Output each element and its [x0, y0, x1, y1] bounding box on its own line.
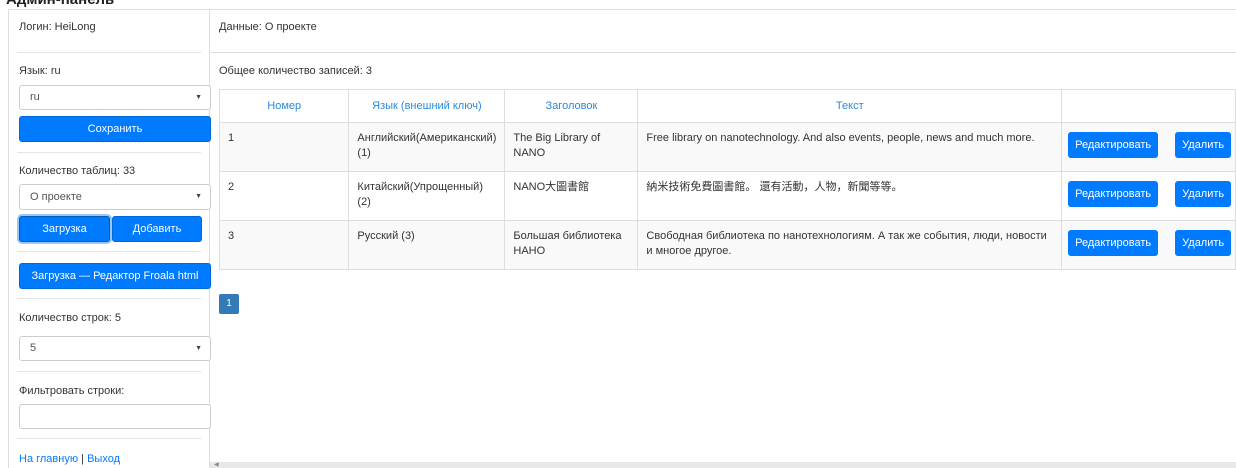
table-row: 2 Китайский(Упрощенный) (2) NANO大圖書館 納米技…: [218, 171, 1236, 221]
footer-links: На главную | Выход: [19, 453, 120, 465]
column-header-actions: [1061, 89, 1236, 123]
divider: [17, 52, 201, 53]
cell-language: Китайский(Упрощенный) (2): [348, 171, 506, 221]
column-header-text[interactable]: Текст: [637, 89, 1063, 123]
cell-actions: Редактировать Удалить: [1061, 171, 1236, 221]
cell-language: Русский (3): [348, 220, 506, 270]
table-row: 1 Английский(Американский) (1) The Big L…: [218, 122, 1236, 172]
pagination-page-button[interactable]: 1: [219, 294, 239, 314]
cell-number: 2: [218, 171, 350, 221]
cell-number: 1: [218, 122, 350, 172]
column-header-number[interactable]: Номер: [218, 89, 350, 123]
data-title: Данные: О проекте: [219, 21, 317, 33]
home-link[interactable]: На главную: [19, 453, 78, 465]
cell-actions: Редактировать Удалить: [1061, 122, 1236, 172]
tables-count-label: Количество таблиц: 33: [19, 165, 136, 177]
cell-text: 納米技術免費圖書館。 還有活動，人物，新聞等等。: [637, 171, 1063, 221]
table-row: 3 Русский (3) Большая библиотека НАНО Св…: [218, 220, 1236, 270]
cell-actions: Редактировать Удалить: [1061, 220, 1236, 270]
divider: [17, 371, 201, 372]
main-panel: Данные: О проекте Общее количество запис…: [210, 9, 1236, 468]
language-select[interactable]: ru ▼: [19, 85, 211, 110]
divider: [17, 298, 201, 299]
filter-input[interactable]: [19, 404, 211, 429]
divider: [17, 251, 201, 252]
add-button[interactable]: Добавить: [112, 216, 202, 242]
delete-button[interactable]: Удалить: [1175, 230, 1232, 256]
cell-text: Свободная библиотека по нанотехнологиям.…: [637, 220, 1063, 270]
cell-language: Английский(Американский) (1): [348, 122, 506, 172]
cell-heading: NANO大圖書館: [504, 171, 639, 221]
language-label: Язык: ru: [19, 65, 61, 77]
edit-button[interactable]: Редактировать: [1068, 132, 1159, 158]
edit-button[interactable]: Редактировать: [1068, 230, 1159, 256]
caret-down-icon: ▼: [195, 94, 202, 101]
cell-text: Free library on nanotechnology. And also…: [637, 122, 1063, 172]
table-select-value: О проекте: [30, 191, 82, 203]
cell-number: 3: [218, 220, 350, 270]
language-select-value: ru: [30, 91, 40, 103]
caret-down-icon: ▼: [195, 193, 202, 200]
edit-button[interactable]: Редактировать: [1068, 181, 1159, 207]
cell-heading: The Big Library of NANO: [504, 122, 639, 172]
divider: [17, 438, 201, 439]
rows-count-label: Количество строк: 5: [19, 312, 121, 324]
sidebar: Логин: HeiLong Язык: ru ru ▼ Сохранить К…: [8, 9, 211, 468]
froala-editor-button[interactable]: Загрузка — Редактор Froala html: [19, 263, 211, 289]
main-header: Данные: О проекте: [210, 10, 1236, 53]
delete-button[interactable]: Удалить: [1175, 132, 1232, 158]
horizontal-scrollbar[interactable]: [210, 462, 1236, 468]
column-header-heading[interactable]: Заголовок: [504, 89, 639, 123]
data-table: Номер Язык (внешний ключ) Заголовок Текс…: [218, 89, 1236, 270]
logout-link[interactable]: Выход: [87, 453, 120, 465]
login-label: Логин: HeiLong: [19, 21, 96, 33]
filter-label: Фильтровать строки:: [19, 385, 125, 397]
cell-heading: Большая библиотека НАНО: [504, 220, 639, 270]
delete-button[interactable]: Удалить: [1175, 181, 1232, 207]
rows-select-value: 5: [30, 342, 37, 354]
table-header-row: Номер Язык (внешний ключ) Заголовок Текс…: [218, 89, 1236, 123]
page-title: Админ-панель: [6, 0, 114, 8]
divider: [17, 152, 201, 153]
caret-down-icon: ▼: [195, 345, 202, 352]
scroll-left-arrow-icon[interactable]: ◀: [214, 462, 219, 468]
link-separator: |: [81, 453, 85, 465]
column-header-language[interactable]: Язык (внешний ключ): [348, 89, 506, 123]
records-count: Общее количество записей: 3: [219, 65, 372, 77]
save-button[interactable]: Сохранить: [19, 116, 211, 142]
rows-select[interactable]: 5 ▼: [19, 336, 211, 361]
load-button[interactable]: Загрузка: [19, 216, 110, 242]
table-select[interactable]: О проекте ▼: [19, 184, 211, 210]
